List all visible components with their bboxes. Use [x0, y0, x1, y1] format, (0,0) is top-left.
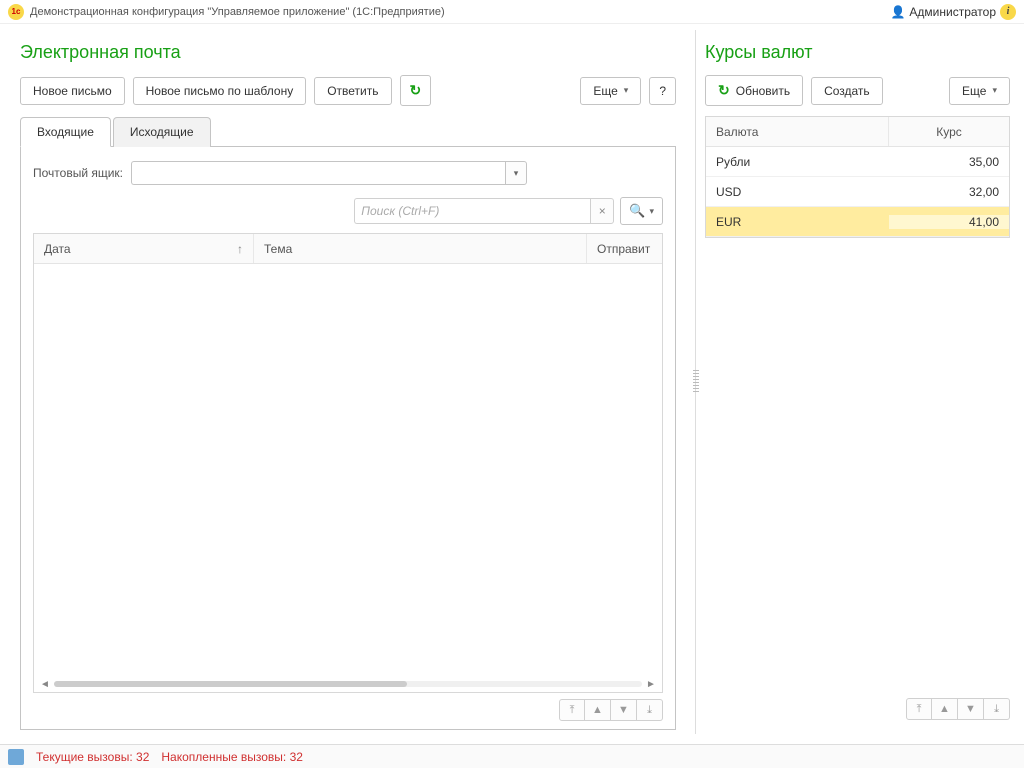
table-row[interactable]: EUR41,00 [706, 207, 1009, 237]
cell-currency: Рубли [706, 155, 889, 169]
status-current-calls: Текущие вызовы: 32 [36, 750, 149, 764]
more-button[interactable]: Еще ▾ [580, 77, 641, 105]
scroll-right-icon[interactable]: ► [646, 679, 656, 690]
username: Администратор [909, 5, 996, 19]
scroll-thumb[interactable] [54, 681, 407, 687]
refresh-button[interactable]: ↻ [400, 75, 432, 106]
table-row[interactable]: USD32,00 [706, 177, 1009, 207]
mailbox-dropdown-button[interactable]: ▾ [505, 161, 527, 185]
rates-heading: Курсы валют [705, 42, 1010, 63]
col-sender[interactable]: Отправит [587, 234, 662, 263]
window-title: Демонстрационная конфигурация "Управляем… [30, 6, 445, 18]
mailbox-input[interactable] [131, 161, 505, 185]
mailbox-label: Почтовый ящик: [33, 166, 123, 180]
nav-up-button[interactable]: ▲ [932, 698, 958, 720]
rates-table-header: Валюта Курс [706, 117, 1009, 147]
table-row[interactable]: Рубли35,00 [706, 147, 1009, 177]
refresh-icon: ↻ [410, 82, 422, 99]
chevron-down-icon: ▾ [624, 85, 629, 96]
email-hscroll[interactable]: ◄ ► [34, 676, 662, 692]
rates-table-body: Рубли35,00USD32,00EUR41,00 [706, 147, 1009, 237]
status-icon [8, 749, 24, 765]
tab-inbox[interactable]: Входящие [20, 117, 111, 147]
statusbar: Текущие вызовы: 32 Накопленные вызовы: 3… [0, 744, 1024, 768]
rates-more-label: Еще [962, 84, 986, 98]
titlebar: 1c Демонстрационная конфигурация "Управл… [0, 0, 1024, 24]
email-table-body [34, 264, 662, 674]
scroll-track[interactable] [54, 681, 642, 687]
status-accumulated-label: Накопленные вызовы: [161, 750, 286, 764]
cell-rate: 35,00 [889, 155, 1009, 169]
col-rate[interactable]: Курс [889, 117, 1009, 146]
user-area: 👤 Администратор i [890, 4, 1016, 20]
nav-first-button[interactable]: ⤒ [906, 698, 932, 720]
chevron-down-icon: ▾ [649, 206, 654, 217]
rates-toolbar: ↻ Обновить Создать Еще ▾ [705, 75, 1010, 106]
cell-currency: EUR [706, 215, 889, 229]
cell-rate: 41,00 [889, 215, 1009, 229]
email-table: Дата ↑ Тема Отправит ◄ ► [33, 233, 663, 693]
nav-down-button[interactable]: ▼ [958, 698, 984, 720]
new-email-button[interactable]: Новое письмо [20, 77, 125, 105]
search-icon: 🔍 [629, 203, 645, 219]
rates-panel: Курсы валют ↻ Обновить Создать Еще ▾ Валют… [690, 24, 1024, 730]
rates-create-button[interactable]: Создать [811, 77, 883, 105]
user-icon: 👤 [890, 5, 905, 19]
nav-last-button[interactable]: ⤓ [637, 699, 663, 721]
search-clear-button[interactable]: × [590, 198, 614, 224]
email-nav-controls: ⤒ ▲ ▼ ⤓ [33, 699, 663, 721]
rates-nav-controls: ⤒ ▲ ▼ ⤓ [906, 698, 1010, 720]
email-table-header: Дата ↑ Тема Отправит [34, 234, 662, 264]
app-icon: 1c [8, 4, 24, 20]
mailbox-combo[interactable]: ▾ [131, 161, 527, 185]
new-email-template-button[interactable]: Новое письмо по шаблону [133, 77, 307, 105]
email-panel: Электронная почта Новое письмо Новое пис… [0, 24, 690, 730]
search-box: × [354, 198, 614, 224]
rates-table: Валюта Курс Рубли35,00USD32,00EUR41,00 [705, 116, 1010, 238]
nav-down-button[interactable]: ▼ [611, 699, 637, 721]
search-go-button[interactable]: 🔍 ▾ [620, 197, 663, 225]
more-label: Еще [593, 84, 617, 98]
rates-refresh-label: Обновить [736, 84, 790, 98]
refresh-icon: ↻ [718, 82, 730, 99]
status-accumulated-calls: Накопленные вызовы: 32 [161, 750, 303, 764]
nav-last-button[interactable]: ⤓ [984, 698, 1010, 720]
search-input[interactable] [354, 198, 590, 224]
email-tabs: Входящие Исходящие [20, 116, 676, 147]
nav-up-button[interactable]: ▲ [585, 699, 611, 721]
mailbox-row: Почтовый ящик: ▾ [33, 161, 663, 185]
sort-asc-icon: ↑ [237, 242, 243, 256]
col-date-label: Дата [44, 242, 71, 256]
status-accumulated-value: 32 [290, 750, 303, 764]
rates-more-button[interactable]: Еще ▾ [949, 77, 1010, 105]
col-currency[interactable]: Валюта [706, 117, 889, 146]
cell-currency: USD [706, 185, 889, 199]
col-subject[interactable]: Тема [254, 234, 587, 263]
scroll-left-icon[interactable]: ◄ [40, 679, 50, 690]
rates-refresh-button[interactable]: ↻ Обновить [705, 75, 803, 106]
reply-button[interactable]: Ответить [314, 77, 391, 105]
cell-rate: 32,00 [889, 185, 1009, 199]
email-heading: Электронная почта [20, 42, 676, 63]
nav-first-button[interactable]: ⤒ [559, 699, 585, 721]
info-icon[interactable]: i [1000, 4, 1016, 20]
status-current-value: 32 [136, 750, 149, 764]
chevron-down-icon: ▾ [992, 85, 997, 96]
search-row: × 🔍 ▾ [33, 197, 663, 225]
col-date[interactable]: Дата ↑ [34, 234, 254, 263]
tab-outbox[interactable]: Исходящие [113, 117, 211, 147]
status-current-label: Текущие вызовы: [36, 750, 133, 764]
inbox-content: Почтовый ящик: ▾ × 🔍 ▾ [20, 147, 676, 730]
help-button[interactable]: ? [649, 77, 676, 105]
email-toolbar: Новое письмо Новое письмо по шаблону Отв… [20, 75, 676, 106]
